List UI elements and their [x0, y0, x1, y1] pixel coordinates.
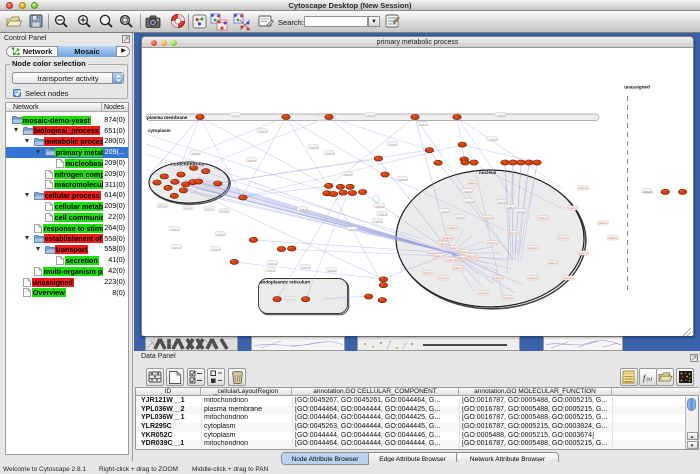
svg-text:cytoplasm: cytoplasm: [148, 128, 171, 133]
svg-text:(xxxx x): (xxxx x): [529, 246, 538, 250]
svg-text:(xxxx x): (xxxx x): [529, 276, 538, 280]
svg-text:(xxx x): (xxx x): [232, 113, 240, 117]
svg-text:(xxx x): (xxx x): [419, 122, 427, 126]
svg-text:(xxxx x): (xxxx x): [609, 236, 618, 240]
svg-text:(xxxx x): (xxxx x): [479, 291, 488, 295]
svg-text:(xxx x): (xxx x): [497, 113, 505, 117]
svg-text:(xxxx x): (xxxx x): [489, 241, 498, 245]
svg-text:(xxx x): (xxx x): [302, 265, 310, 269]
svg-text:(xxx x): (xxx x): [367, 113, 375, 117]
svg-text:(xxxx x): (xxxx x): [454, 266, 463, 270]
svg-text:(xxxx x): (xxxx x): [494, 276, 503, 280]
svg-text:(xxx x): (xxx x): [389, 142, 397, 146]
svg-text:(xxx x): (xxx x): [248, 158, 256, 162]
svg-text:(xxx x): (xxx x): [310, 145, 318, 149]
svg-text:(xxxx x): (xxxx x): [484, 216, 493, 220]
svg-text:(xxxx x): (xxxx x): [559, 236, 568, 240]
svg-text:(xxxx x): (xxxx x): [447, 258, 456, 262]
svg-text:(xxx x): (xxx x): [259, 129, 267, 133]
svg-text:(xxxx x): (xxxx x): [439, 242, 448, 246]
svg-text:plasma membrane: plasma membrane: [147, 115, 188, 120]
svg-text:(xxxx x): (xxxx x): [579, 251, 588, 255]
svg-text:(xxx x): (xxx x): [376, 204, 384, 208]
svg-text:unassigned: unassigned: [624, 85, 650, 90]
svg-text:(xxx x): (xxx x): [374, 219, 382, 223]
svg-text:(xxxx x): (xxxx x): [469, 181, 478, 185]
svg-text:(xxx x): (xxx x): [643, 190, 652, 194]
svg-text:(x): (x): [647, 378, 653, 383]
svg-text:(xxx x): (xxx x): [212, 247, 220, 251]
svg-text:nucleus: nucleus: [479, 170, 497, 175]
svg-text:(xxx x): (xxx x): [441, 209, 449, 213]
svg-text:(xxx x): (xxx x): [269, 261, 277, 265]
svg-text:(xxx x): (xxx x): [349, 227, 357, 231]
svg-text:(xxx x): (xxx x): [498, 200, 506, 204]
svg-text:(xxx x): (xxx x): [464, 189, 472, 193]
svg-text:(xxx x): (xxx x): [328, 268, 336, 272]
svg-text:(xxxx x): (xxxx x): [424, 271, 433, 275]
svg-text:(xxx x): (xxx x): [184, 206, 192, 210]
svg-text:(xxxx x): (xxxx x): [539, 216, 548, 220]
svg-text:endoplasmic reticulum: endoplasmic reticulum: [260, 280, 310, 285]
svg-text:(xxxx x): (xxxx x): [549, 261, 558, 265]
svg-text:(xxx x): (xxx x): [267, 268, 275, 272]
svg-text:(xxxx x): (xxxx x): [451, 246, 460, 250]
svg-text:(xxxx x): (xxxx x): [509, 231, 518, 235]
svg-text:(xxx x): (xxx x): [517, 209, 525, 213]
svg-text:(xxx x): (xxx x): [173, 245, 181, 249]
svg-text:(xxxx x): (xxxx x): [569, 206, 578, 210]
svg-text:(xxx x): (xxx x): [489, 137, 497, 141]
svg-text:(xxxx x): (xxxx x): [444, 236, 453, 240]
svg-text:(xxx x): (xxx x): [220, 209, 228, 213]
svg-text:(xxxx x): (xxxx x): [504, 296, 513, 300]
svg-text:(xxx x): (xxx x): [326, 151, 334, 155]
svg-text:(xxxx x): (xxxx x): [461, 250, 470, 254]
svg-text:(xxxx x): (xxxx x): [439, 276, 448, 280]
svg-text:(xxx x): (xxx x): [399, 177, 407, 181]
svg-text:(xxx x): (xxx x): [171, 227, 179, 231]
svg-text:(xxxx x): (xxxx x): [449, 226, 458, 230]
svg-text:(xxx x): (xxx x): [379, 212, 387, 216]
svg-text:(xxx x): (xxx x): [158, 204, 166, 208]
svg-text:(xxx x): (xxx x): [192, 151, 200, 155]
svg-text:(xxxx x): (xxxx x): [564, 276, 573, 280]
svg-text:(xxxx x): (xxxx x): [579, 186, 588, 190]
svg-text:(xxx x): (xxx x): [286, 297, 294, 301]
svg-text:(xxx x): (xxx x): [507, 205, 515, 209]
svg-text:(xxxx x): (xxxx x): [599, 221, 608, 225]
svg-text:(xxx x): (xxx x): [466, 199, 474, 203]
svg-text:(xxx x): (xxx x): [205, 207, 213, 211]
svg-text:(xxx x): (xxx x): [299, 207, 307, 211]
svg-text:mitochondrion: mitochondrion: [171, 162, 205, 168]
svg-text:(xxxx x): (xxxx x): [435, 254, 444, 258]
svg-text:(xxx x): (xxx x): [456, 215, 464, 219]
svg-text:(xxxx x): (xxxx x): [467, 254, 476, 258]
svg-text:(xxx x): (xxx x): [217, 232, 225, 236]
svg-text:(xxx x): (xxx x): [344, 172, 352, 176]
